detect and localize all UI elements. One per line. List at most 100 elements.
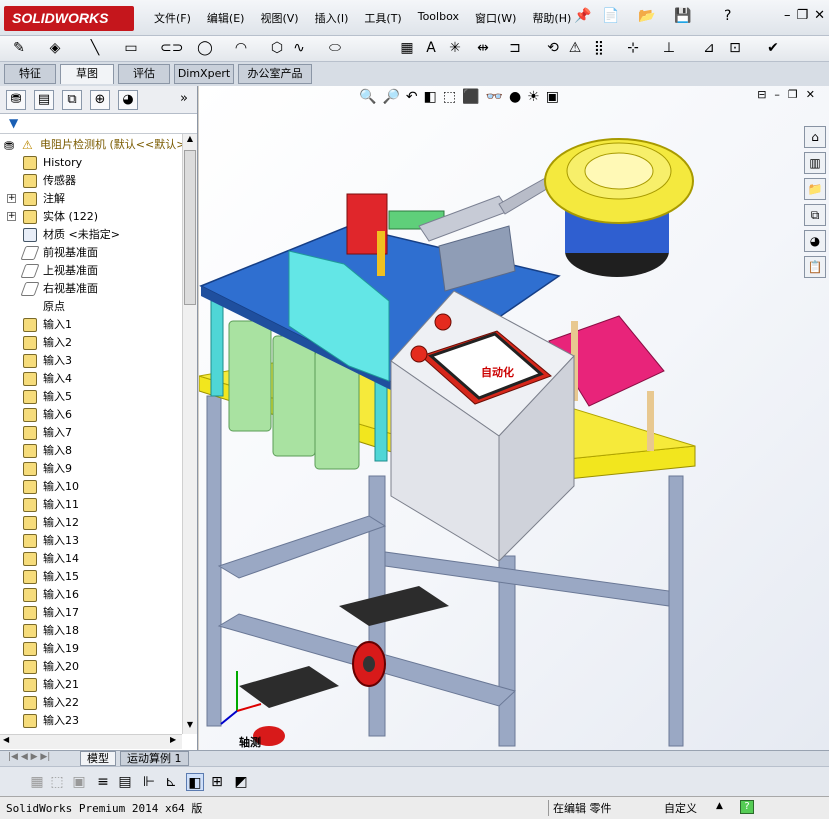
quick-snap-icon[interactable]: ⊿	[700, 39, 718, 57]
tree-item[interactable]: 上视基准面	[0, 262, 182, 280]
list-icon[interactable]: ≡	[94, 773, 112, 791]
relations-icon[interactable]: ⊥	[660, 39, 678, 57]
ellipse-icon[interactable]: ⬭	[326, 39, 344, 57]
tree-item-import[interactable]: 输入18	[0, 622, 182, 640]
filter-icon[interactable]: ▼	[9, 116, 18, 130]
help-icon[interactable]: ?	[724, 8, 731, 24]
tree-item-import[interactable]: 输入20	[0, 658, 182, 676]
close-icon[interactable]: ✕	[814, 8, 825, 23]
open-icon[interactable]: 📂	[638, 8, 655, 24]
line-icon[interactable]: ╲	[86, 39, 104, 57]
minimize-icon[interactable]: –	[784, 8, 791, 23]
menu-file[interactable]: 文件(F)	[146, 8, 199, 28]
expand-icon[interactable]: +	[7, 194, 16, 203]
dimxpert-manager-icon[interactable]: ⊕	[90, 90, 110, 110]
tree-item-import[interactable]: 输入16	[0, 586, 182, 604]
tree-item[interactable]: 前视基准面	[0, 244, 182, 262]
arc-icon[interactable]: ◠	[232, 39, 250, 57]
shaded-icon[interactable]: ▦	[28, 773, 46, 791]
box-view-icon[interactable]: ◧	[186, 773, 204, 791]
menu-insert[interactable]: 插入(I)	[307, 8, 357, 28]
table-view-icon[interactable]: ⊞	[208, 773, 226, 791]
smart-dimension-icon[interactable]: ◈	[46, 39, 64, 57]
menu-tools[interactable]: 工具(T)	[356, 8, 409, 28]
file-explorer-icon[interactable]: 📁	[804, 178, 826, 200]
tree-root[interactable]: ⛃ ⚠ 电阻片检测机 (默认<<默认>	[0, 136, 182, 154]
tab-dimxpert[interactable]: DimXpert	[174, 64, 234, 84]
display-manager-icon[interactable]: ◕	[118, 90, 138, 110]
configuration-manager-icon[interactable]: ⧉	[62, 90, 82, 110]
new-document-icon[interactable]: 📄	[602, 8, 619, 24]
menu-window[interactable]: 窗口(W)	[467, 8, 524, 28]
tree-item-import[interactable]: 输入19	[0, 640, 182, 658]
custom-properties-icon[interactable]: 📋	[804, 256, 826, 278]
pin-icon[interactable]: 📌	[574, 8, 591, 24]
tab-features[interactable]: 特征	[4, 64, 56, 84]
spline-icon[interactable]: ∿	[290, 39, 308, 57]
convert-icon[interactable]: ⟲	[544, 39, 562, 57]
tree-item[interactable]: 材质 <未指定>	[0, 226, 182, 244]
circle-icon[interactable]: ◯	[196, 39, 214, 57]
menu-view[interactable]: 视图(V)	[252, 8, 306, 28]
view-palette-icon[interactable]: ⧉	[804, 204, 826, 226]
sketch-icon[interactable]: ✎	[10, 39, 28, 57]
tree-item-import[interactable]: 输入2	[0, 334, 182, 352]
tab-evaluate[interactable]: 评估	[118, 64, 170, 84]
tree-item[interactable]: History	[0, 154, 182, 172]
tree-horizontal-scrollbar[interactable]: ◀ ▶	[0, 734, 182, 749]
warning-icon[interactable]: ⚠	[566, 39, 584, 57]
wireframe-icon[interactable]: ⬚	[48, 773, 66, 791]
status-units[interactable]: 自定义	[664, 800, 697, 816]
menu-help[interactable]: 帮助(H)	[524, 8, 579, 28]
tree-item-import[interactable]: 输入3	[0, 352, 182, 370]
feature-manager-icon[interactable]: ⛃	[6, 90, 26, 110]
tree-item-import[interactable]: 输入6	[0, 406, 182, 424]
mirror-icon[interactable]: ⇹	[474, 39, 492, 57]
tree-item-import[interactable]: 输入21	[0, 676, 182, 694]
tree-item-import[interactable]: 输入7	[0, 424, 182, 442]
machine-model[interactable]: 自动化 轴测	[199, 86, 829, 750]
point-icon[interactable]: ✳	[446, 39, 464, 57]
scroll-left-icon[interactable]: ◀	[3, 735, 9, 744]
tree-item-import[interactable]: 输入22	[0, 694, 182, 712]
solidworks-resources-icon[interactable]: ⌂	[804, 126, 826, 148]
tree-item-import[interactable]: 输入14	[0, 550, 182, 568]
tree-item-import[interactable]: 输入1	[0, 316, 182, 334]
scroll-right-icon[interactable]: ▶	[170, 735, 176, 744]
menu-edit[interactable]: 编辑(E)	[199, 8, 253, 28]
pattern-icon[interactable]: ⣿	[590, 39, 608, 57]
tree-item-import[interactable]: 输入11	[0, 496, 182, 514]
slot-icon[interactable]: ⊂⊃	[160, 39, 183, 57]
tree-item-import[interactable]: 输入9	[0, 460, 182, 478]
tree-item-import[interactable]: 输入13	[0, 532, 182, 550]
units-arrow-icon[interactable]: ▲	[716, 801, 723, 811]
appearances-icon[interactable]: ◕	[804, 230, 826, 252]
status-help-icon[interactable]: ?	[740, 800, 754, 814]
tree-item-import[interactable]: 输入5	[0, 388, 182, 406]
text-icon[interactable]: A	[422, 39, 440, 57]
tree-item-import[interactable]: 输入4	[0, 370, 182, 388]
tree-item[interactable]: + 实体 (122)	[0, 208, 182, 226]
tree-item[interactable]: + 注解	[0, 190, 182, 208]
tab-model[interactable]: 模型	[80, 751, 116, 766]
repair-sketch-icon[interactable]: ✔	[764, 39, 782, 57]
tree-item-import[interactable]: 输入12	[0, 514, 182, 532]
tab-motion-study[interactable]: 运动算例 1	[120, 751, 189, 766]
menu-toolbox[interactable]: Toolbox	[410, 8, 467, 28]
tree-item[interactable]: 原点	[0, 298, 182, 316]
scroll-down-icon[interactable]: ▼	[183, 720, 197, 734]
save-icon[interactable]: 💾	[674, 8, 691, 24]
color-view-icon[interactable]: ◩	[232, 773, 250, 791]
move-icon[interactable]: ⊹	[624, 39, 642, 57]
tree-item[interactable]: 传感器	[0, 172, 182, 190]
tree-item-import[interactable]: 输入17	[0, 604, 182, 622]
axis-icon[interactable]: ⊾	[162, 773, 180, 791]
graphics-area[interactable]: 🔍 🔎 ↶ ◧ ⬚ ⬛ 👓 ● ☀ ▣ ⊟ – ❐ ✕ 自动化 轴测 ⌂ ▥ 📁…	[199, 86, 829, 750]
tab-sketch[interactable]: 草图	[60, 64, 114, 84]
tree-item[interactable]: 右视基准面	[0, 280, 182, 298]
dimension-icon[interactable]: ⊩	[140, 773, 158, 791]
instant2d-icon[interactable]: ⊡	[726, 39, 744, 57]
property-manager-icon[interactable]: ▤	[34, 90, 54, 110]
tree-item-import[interactable]: 输入8	[0, 442, 182, 460]
design-library-icon[interactable]: ▥	[804, 152, 826, 174]
